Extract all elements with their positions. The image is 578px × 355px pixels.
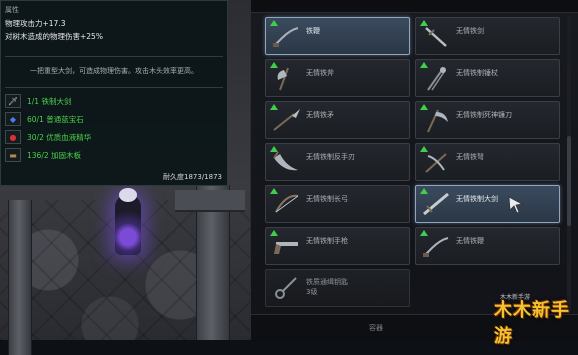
material-row: ◆ 60/1 普通蓝宝石 xyxy=(5,112,84,126)
spear-icon xyxy=(273,109,300,131)
material-text: 136/2 加固木板 xyxy=(27,150,81,160)
inventory-slot-relentless-iron-sword[interactable]: 无情铁剑 xyxy=(415,17,560,55)
longbow-icon xyxy=(275,194,299,213)
material-row: 🗡 1/1 铁制大剑 xyxy=(5,94,71,108)
item-name: 无情铁弩 xyxy=(456,153,484,161)
cursor-icon xyxy=(508,196,524,214)
material-row: ● 30/2 优质血液精华 xyxy=(5,130,91,144)
item-name: 无情铁斧 xyxy=(306,69,334,77)
tooltip-divider xyxy=(5,56,223,57)
durability-text: 耐久度1873/1873 xyxy=(163,173,222,181)
player-head xyxy=(119,188,137,202)
item-name: 无情铁鞭 xyxy=(456,237,484,245)
inventory-slot-relentless-iron-longbow[interactable]: 无情铁制长弓 xyxy=(265,185,410,223)
panel-top-bar xyxy=(251,0,578,13)
item-name-line2: 3级 xyxy=(306,288,318,296)
inventory-slot-relentless-iron-axe[interactable]: 无情铁斧 xyxy=(265,59,410,97)
item-name: 铁质通缉钥匙 3级 xyxy=(306,277,348,297)
inventory-slot-relentless-iron-mace[interactable]: 无情铁制锤杖 xyxy=(415,59,560,97)
whip-icon xyxy=(273,27,299,47)
item-name: 无情铁矛 xyxy=(306,111,334,119)
item-name: 无情铁制长弓 xyxy=(306,195,348,203)
item-name: 无情铁剑 xyxy=(456,27,484,35)
stat-tree-damage: 对树木造成的物理伤害+25% xyxy=(5,32,103,41)
stone-pillar xyxy=(8,200,32,355)
player-character xyxy=(115,195,141,255)
material-row: ▬ 136/2 加固木板 xyxy=(5,148,81,162)
watermark-logo: 木木新手游 xyxy=(494,300,570,347)
item-name: 无情铁制大剑 xyxy=(456,195,498,203)
material-text: 1/1 铁制大剑 xyxy=(27,96,72,106)
sword-icon: 🗡 xyxy=(5,94,21,108)
reaper-blade-icon xyxy=(273,151,298,171)
stat-physical-attack: 物理攻击力+17.3 xyxy=(5,19,66,28)
plank-icon: ▬ xyxy=(5,148,21,162)
greatsword-icon xyxy=(423,192,449,216)
inventory-slot-relentless-iron-greatsword[interactable]: 无情铁制大剑 xyxy=(415,185,560,223)
inventory-slot-relentless-iron-whip[interactable]: 无情铁鞭 xyxy=(415,227,560,265)
inventory-panel: 铁鞭 无情铁剑 无情铁斧 无情铁制锤杖 无情铁矛 无情铁制死神镰刀 无情铁制反手… xyxy=(250,0,578,341)
mace-icon xyxy=(427,67,446,91)
pistol-icon xyxy=(274,242,298,254)
item-name: 无情铁制反手刃 xyxy=(306,153,355,161)
material-text: 60/1 普通蓝宝石 xyxy=(27,114,84,124)
inventory-slot-relentless-iron-reaper-blade[interactable]: 无情铁制反手刃 xyxy=(265,143,410,181)
inventory-slot-relentless-iron-pistol[interactable]: 无情铁制手枪 xyxy=(265,227,410,265)
stone-arch xyxy=(175,190,245,212)
container-label: 容器 xyxy=(369,324,383,332)
scythe-icon xyxy=(427,109,448,133)
item-name: 铁鞭 xyxy=(306,27,320,35)
inventory-slot-relentless-iron-scythe[interactable]: 无情铁制死神镰刀 xyxy=(415,101,560,139)
scrollbar-thumb[interactable] xyxy=(567,136,571,226)
axe-icon xyxy=(277,67,289,91)
tooltip-divider xyxy=(5,87,223,88)
attribute-label: 属性 xyxy=(5,6,19,14)
blood-essence-icon: ● xyxy=(5,130,21,144)
item-name: 无情铁制锤杖 xyxy=(456,69,498,77)
inventory-scrollbar[interactable] xyxy=(567,16,571,312)
inventory-slot-iron-whip[interactable]: 铁鞭 xyxy=(265,17,410,55)
key-icon xyxy=(275,277,297,299)
material-text: 30/2 优质血液精华 xyxy=(27,132,92,142)
item-tooltip: 属性 物理攻击力+17.3 对树木造成的物理伤害+25% 一把重型大剑，可造成物… xyxy=(0,0,228,186)
item-name: 无情铁制死神镰刀 xyxy=(456,111,512,119)
item-description: 一把重型大剑，可造成物理伤害。攻击木头效率更高。 xyxy=(30,67,198,75)
inventory-slot-relentless-iron-crossbow[interactable]: 无情铁弩 xyxy=(415,143,560,181)
inventory-slot-iron-key[interactable]: 铁质通缉钥匙 3级 xyxy=(265,269,410,307)
inventory-slot-relentless-iron-spear[interactable]: 无情铁矛 xyxy=(265,101,410,139)
whip-icon xyxy=(423,237,449,257)
sword-icon xyxy=(425,27,447,47)
crossbow-icon xyxy=(425,153,447,173)
sapphire-icon: ◆ xyxy=(5,112,21,126)
item-name: 无情铁制手枪 xyxy=(306,237,348,245)
item-name-line1: 铁质通缉钥匙 xyxy=(306,278,348,286)
